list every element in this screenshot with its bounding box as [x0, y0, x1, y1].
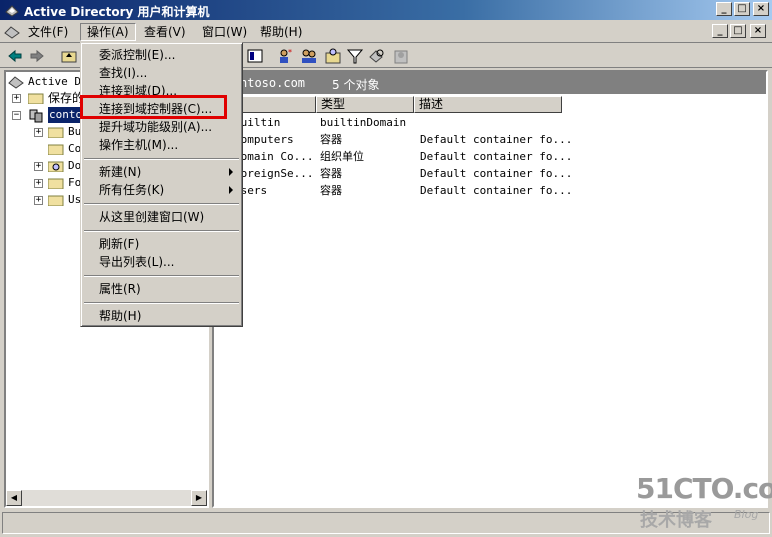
child-restore-button[interactable]: □ — [730, 24, 746, 38]
forward-arrow-icon[interactable] — [28, 47, 46, 65]
menu-help[interactable]: 帮助(H) — [254, 23, 308, 41]
column-header-type[interactable]: 类型 — [316, 96, 414, 113]
list-domain-name: ntoso.com — [240, 76, 306, 90]
menu-separator — [84, 203, 239, 205]
new-user-icon[interactable]: * — [276, 47, 294, 65]
folder-icon — [48, 195, 64, 206]
folder-icon — [48, 144, 64, 155]
menu-separator — [84, 158, 239, 160]
filter-icon[interactable] — [346, 47, 364, 65]
window-title: Active Directory 用户和计算机 — [24, 5, 210, 19]
submenu-arrow-icon — [229, 186, 233, 194]
title-bar: Active Directory 用户和计算机 _ □ × — [0, 0, 772, 20]
up-folder-icon[interactable] — [60, 47, 78, 65]
console-icon[interactable] — [4, 25, 20, 39]
menu-item-raise-functional-level[interactable]: 提升域功能级别(A)... — [99, 118, 212, 136]
expand-icon[interactable]: + — [34, 162, 43, 171]
back-arrow-icon[interactable] — [6, 47, 24, 65]
menu-item-refresh[interactable]: 刷新(F) — [99, 235, 139, 253]
ad-root-icon — [8, 76, 24, 89]
annotation-highlight-box — [80, 95, 227, 119]
collapse-icon[interactable]: − — [12, 111, 21, 120]
domain-icon — [29, 109, 43, 123]
list-title-bar: ntoso.com 5 个对象 — [214, 72, 766, 94]
child-close-button[interactable]: × — [750, 24, 766, 38]
expand-icon[interactable]: + — [34, 128, 43, 137]
export-list-icon[interactable] — [246, 47, 264, 65]
menu-separator — [84, 302, 239, 304]
folder-icon — [48, 178, 64, 189]
new-group-icon[interactable] — [300, 47, 318, 65]
watermark-logo: 51CTO.com — [636, 472, 772, 505]
svg-text:*: * — [288, 48, 292, 57]
menu-window[interactable]: 窗口(W) — [196, 23, 253, 41]
close-button[interactable]: × — [753, 2, 769, 16]
scroll-right-icon[interactable]: ▶ — [191, 490, 207, 506]
folder-icon — [28, 93, 44, 104]
menu-item-operations-masters[interactable]: 操作主机(M)... — [99, 136, 178, 154]
ou-folder-icon — [48, 161, 64, 172]
menu-file[interactable]: 文件(F) — [22, 23, 74, 41]
menu-action[interactable]: 操作(A) — [80, 23, 136, 41]
scroll-left-icon[interactable]: ◀ — [6, 490, 22, 506]
submenu-arrow-icon — [229, 168, 233, 176]
folder-icon — [48, 127, 64, 138]
menu-item-delegate-control[interactable]: 委派控制(E)... — [99, 46, 175, 64]
expand-icon[interactable]: + — [12, 94, 21, 103]
ad-users-computers-icon — [5, 5, 19, 17]
add-to-group-icon[interactable] — [392, 47, 410, 65]
menu-separator — [84, 275, 239, 277]
menu-item-properties[interactable]: 属性(R) — [99, 280, 141, 298]
menu-item-export-list[interactable]: 导出列表(L)... — [99, 253, 175, 271]
maximize-button[interactable]: □ — [734, 2, 750, 16]
child-minimize-button[interactable]: _ — [712, 24, 728, 38]
tree-root-label: Active D — [28, 75, 81, 88]
menu-item-new-window-from-here[interactable]: 从这里创建窗口(W) — [99, 208, 204, 226]
menu-item-find[interactable]: 查找(I)... — [99, 64, 147, 82]
find-icon[interactable] — [368, 47, 386, 65]
menu-separator — [84, 230, 239, 232]
new-ou-icon[interactable] — [324, 47, 342, 65]
menu-item-all-tasks[interactable]: 所有任务(K) — [99, 181, 164, 199]
menu-bar: 文件(F) 操作(A) 查看(V) 窗口(W) 帮助(H) — [0, 21, 772, 43]
menu-item-new[interactable]: 新建(N) — [99, 163, 141, 181]
menu-view[interactable]: 查看(V) — [138, 23, 192, 41]
column-header-description[interactable]: 描述 — [414, 96, 562, 113]
action-menu-dropdown: 委派控制(E)... 查找(I)... 连接到域(D)... 连接到域控制器(C… — [80, 42, 243, 327]
watermark-blog: Blog — [734, 508, 759, 521]
minimize-button[interactable]: _ — [716, 2, 732, 16]
details-list-pane[interactable]: ntoso.com 5 个对象 类型 描述 Builtin builtinDom… — [212, 70, 768, 508]
tree-horizontal-scrollbar[interactable]: ◀ ▶ — [6, 490, 207, 506]
menu-item-help[interactable]: 帮助(H) — [99, 307, 141, 325]
expand-icon[interactable]: + — [34, 196, 43, 205]
expand-icon[interactable]: + — [34, 179, 43, 188]
watermark-subtitle: 技术博客 — [640, 510, 712, 531]
object-count: 5 个对象 — [332, 78, 380, 92]
